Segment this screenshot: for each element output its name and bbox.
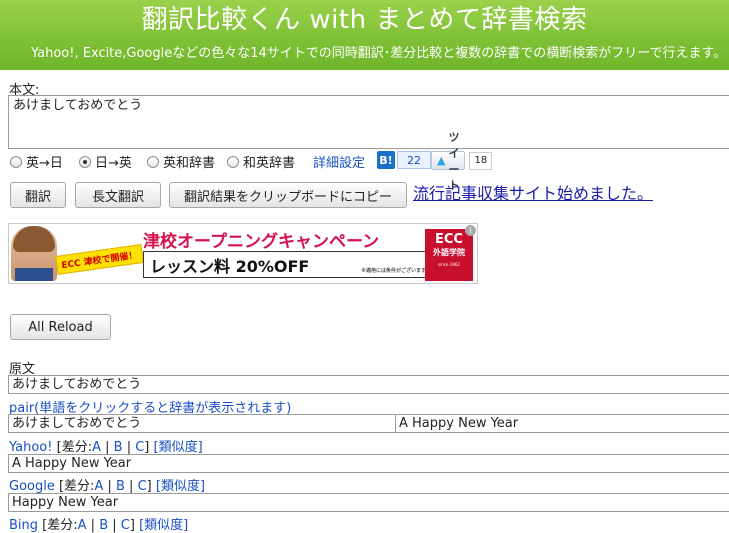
all-reload-button[interactable]: All Reload: [10, 314, 111, 340]
tweet-count[interactable]: 18: [469, 151, 493, 170]
diff-a-link[interactable]: A: [78, 518, 87, 533]
similarity-link[interactable]: [類似度]: [139, 518, 188, 533]
diff-a-link[interactable]: A: [94, 479, 103, 494]
radio-ja-en-dict[interactable]: 和英辞書: [227, 152, 295, 171]
similarity-link[interactable]: [類似度]: [154, 440, 203, 455]
diff-sep: |: [108, 518, 121, 533]
tweet-btn[interactable]: ▲ ツイート: [431, 131, 466, 192]
hatena-bookmark-button[interactable]: B! 22: [377, 151, 431, 169]
radio-button-checked[interactable]: [79, 155, 91, 168]
news-site-link[interactable]: 流行記事収集サイト始めました。: [413, 180, 653, 204]
site-subtitle: Yahoo!, Excite,Googleなどの色々な14サイトでの同時翻訳･差…: [31, 46, 727, 61]
diff-c-link[interactable]: C: [138, 479, 147, 494]
google-name[interactable]: Google: [9, 479, 55, 494]
source-text-input[interactable]: あけましておめでとう: [8, 95, 729, 149]
radio-button[interactable]: [147, 155, 159, 168]
ecc-logo: ECC 外語学院 since 1962: [425, 229, 473, 281]
ecc-logo-since: since 1962: [438, 262, 460, 267]
yahoo-result-box: A Happy New Year: [8, 454, 729, 473]
ad-price-text: レッスン料 20%OFF: [150, 256, 310, 276]
hatena-count[interactable]: 22: [397, 151, 431, 169]
diff-sep: |: [124, 479, 138, 494]
site-title: 翻訳比較くん with まとめて辞書検索: [141, 5, 588, 35]
ecc-logo-sub: 外語学院: [433, 248, 465, 257]
diff-a-link[interactable]: A: [92, 440, 101, 455]
bing-name[interactable]: Bing: [9, 518, 38, 533]
advertisement-banner[interactable]: ECC 津校で開催！ 津校オープニングキャンペーン レッスン料 20%OFF ※…: [8, 223, 478, 284]
radio-label: 日→英: [95, 156, 132, 171]
diff-suffix: ]: [129, 518, 135, 533]
settings-link[interactable]: 詳細設定: [313, 152, 365, 171]
diff-suffix: ]: [144, 440, 150, 455]
radio-label: 和英辞書: [243, 156, 296, 171]
yahoo-row: Yahoo! [差分:A | B | C] [類似度]: [9, 436, 203, 455]
diff-sep: |: [122, 440, 136, 455]
translate-button[interactable]: 翻訳: [10, 182, 66, 208]
ad-badge: ECC 津校で開催！: [55, 244, 144, 275]
pair-source-cell[interactable]: あけましておめでとう: [8, 414, 396, 433]
radio-ja-en[interactable]: 日→英: [79, 152, 132, 171]
radio-button[interactable]: [10, 155, 22, 168]
pair-target-cell[interactable]: A Happy New Year: [395, 414, 729, 433]
radio-label: 英→日: [26, 156, 63, 171]
long-translate-button[interactable]: 長文翻訳: [75, 182, 161, 208]
radio-en-ja[interactable]: 英→日: [10, 152, 63, 171]
hatena-icon: B!: [377, 151, 395, 169]
ad-headline: 津校オープニングキャンペーン: [143, 232, 380, 252]
google-result-box: Happy New Year: [8, 493, 729, 512]
diff-prefix: [差分:: [42, 518, 78, 533]
similarity-link[interactable]: [類似度]: [156, 479, 205, 494]
ad-price: レッスン料 20%OFF ※適用には条件がございます: [143, 251, 429, 278]
ad-person-image: [11, 226, 57, 281]
bing-row: Bing [差分:A | B | C] [類似度]: [9, 514, 188, 533]
diff-b-link[interactable]: B: [114, 440, 123, 455]
copy-to-clipboard-button[interactable]: 翻訳結果をクリップボードにコピー: [169, 182, 407, 208]
diff-b-link[interactable]: B: [116, 479, 125, 494]
diff-prefix: [差分:: [58, 479, 95, 494]
google-row: Google [差分:A | B | C] [類似度]: [9, 475, 205, 494]
radio-label: 英和辞書: [163, 156, 216, 171]
diff-c-link[interactable]: C: [135, 440, 144, 455]
diff-prefix: [差分:: [56, 440, 93, 455]
radio-en-ja-dict[interactable]: 英和辞書: [147, 152, 215, 171]
ad-fine-print: ※適用には条件がございます: [361, 268, 426, 274]
diff-suffix: ]: [146, 479, 152, 494]
diff-sep: |: [100, 440, 114, 455]
source-text-box: あけましておめでとう: [8, 375, 729, 394]
yahoo-name[interactable]: Yahoo!: [9, 440, 52, 455]
diff-sep: |: [86, 518, 100, 533]
twitter-bird-icon: ▲: [437, 154, 446, 167]
ad-info-icon[interactable]: i: [465, 225, 476, 236]
diff-sep: |: [103, 479, 116, 494]
diff-c-link[interactable]: C: [121, 518, 130, 533]
diff-b-link[interactable]: B: [99, 518, 108, 533]
radio-button[interactable]: [227, 155, 239, 168]
site-header: 翻訳比較くん with まとめて辞書検索 Yahoo!, Excite,Goog…: [0, 0, 729, 70]
tweet-button[interactable]: ▲ ツイート 18: [431, 131, 493, 192]
